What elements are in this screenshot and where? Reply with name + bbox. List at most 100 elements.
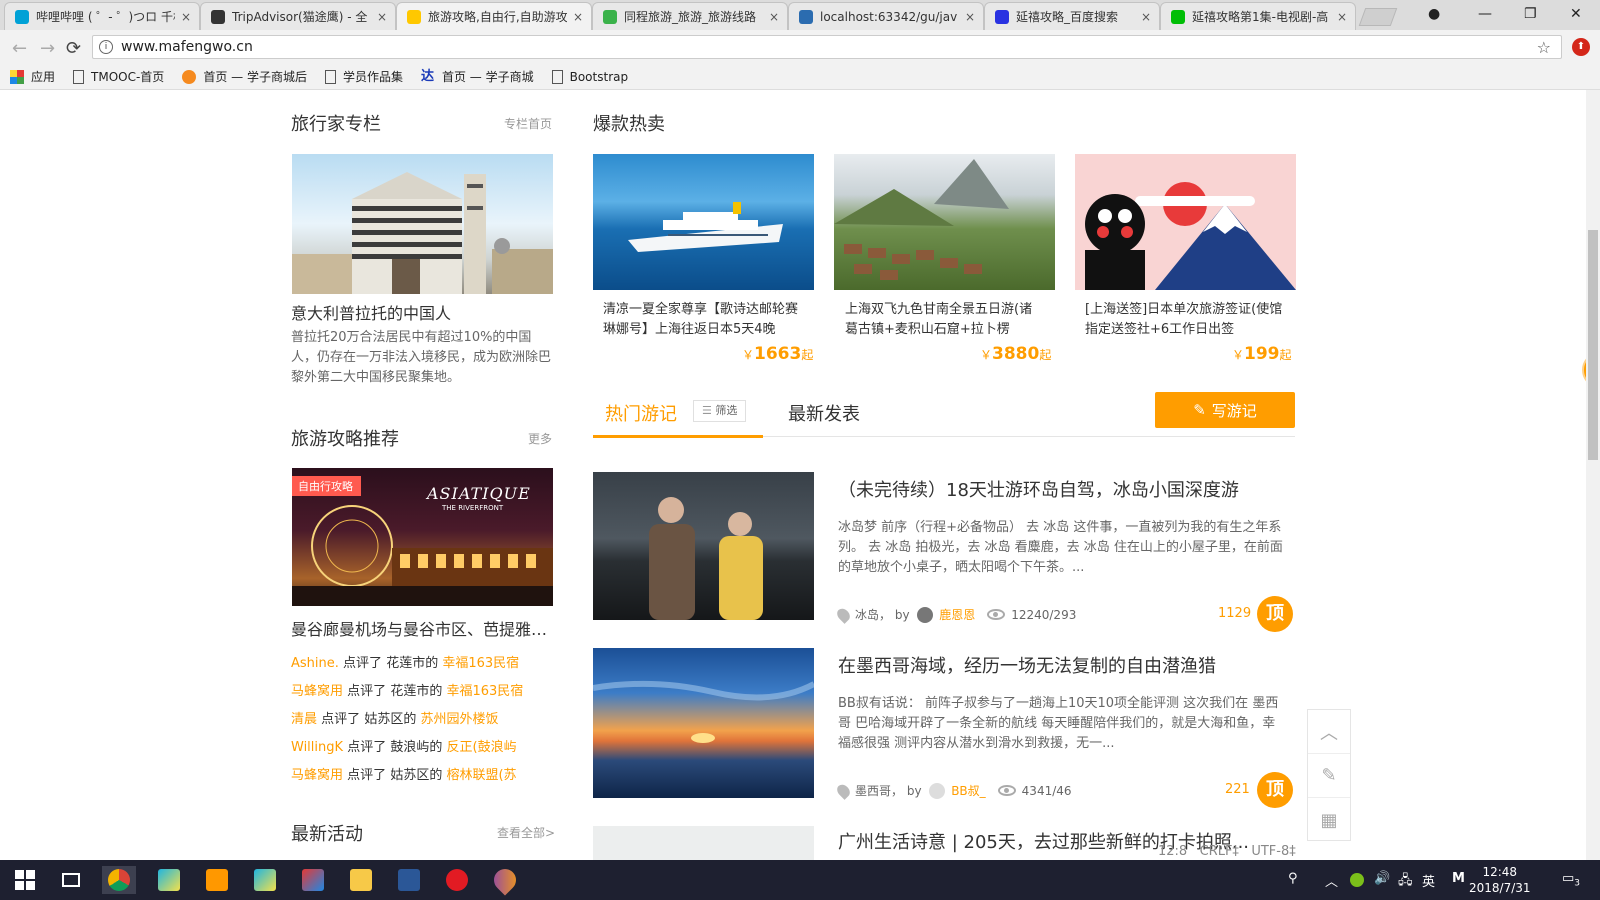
map-pin-icon <box>489 864 521 896</box>
article-title[interactable]: 在墨西哥海域，经历一场无法复制的自由潜渔猎 <box>838 652 1216 678</box>
guide-photo-sign: ASIATIQUE <box>427 484 531 503</box>
guide-article-title[interactable]: 曼谷廊曼机场与曼谷市区、芭提雅… <box>291 616 547 640</box>
tab-tongcheng[interactable]: 同程旅游_旅游_旅游线路 × <box>592 2 788 30</box>
guide-more-link[interactable]: 更多 <box>528 430 552 447</box>
deal-photo-village[interactable] <box>834 154 1055 290</box>
deal-photo-japan[interactable] <box>1075 154 1296 290</box>
reload-button[interactable]: ⟳ <box>66 38 81 59</box>
network-icon[interactable]: 🖧 <box>1398 871 1413 893</box>
deal-title[interactable]: [上海送签]日本单次旅游签证(使馆指定送签社+6工作日出签 <box>1085 300 1285 340</box>
tab-close-icon[interactable]: × <box>377 10 387 24</box>
list-icon: ☰ <box>702 404 716 417</box>
tab-bilibili[interactable]: 哔哩哔哩 ( ゜- ゜)つロ 千杯 × <box>4 2 200 30</box>
upvote-button[interactable]: 顶 <box>1257 772 1293 808</box>
bookmark-tmooc[interactable]: TMOOC-首页 <box>73 68 164 85</box>
column-article-title[interactable]: 意大利普拉托的中国人 <box>291 300 451 324</box>
minimize-button[interactable]: — <box>1478 6 1492 22</box>
folder-icon <box>350 869 372 891</box>
url-text[interactable]: www.mafengwo.cn <box>121 39 253 55</box>
tab-close-icon[interactable]: × <box>573 10 583 24</box>
filter-button[interactable]: ☰ 筛选 <box>693 400 747 422</box>
taskbar-sublime[interactable] <box>200 866 234 894</box>
column-home-link[interactable]: 专栏首页 <box>504 115 552 132</box>
tab-close-icon[interactable]: × <box>1141 10 1151 24</box>
write-note-button[interactable]: ✎ 写游记 <box>1155 392 1295 428</box>
bookmark-store[interactable]: 达 首页 — 学子商城 <box>421 68 534 85</box>
article-photo[interactable] <box>593 472 814 620</box>
location-pin-icon <box>834 781 853 800</box>
tab-iqiyi[interactable]: 延禧攻略第1集-电视剧-高 × <box>1160 2 1356 30</box>
activity-more-link[interactable]: 查看全部> <box>497 824 555 841</box>
info-icon[interactable]: i <box>99 40 113 54</box>
tray-app-icon[interactable] <box>1350 873 1364 887</box>
guide-article-photo[interactable]: ASIATIQUE THE RIVERFRONT 自由行攻略 <box>292 468 553 606</box>
tab-close-icon[interactable]: × <box>1337 10 1347 24</box>
column-article-photo[interactable] <box>292 154 553 294</box>
bookmark-star-icon[interactable]: ☆ <box>1537 38 1551 57</box>
tab-baidu[interactable]: 延禧攻略_百度搜索 × <box>984 2 1160 30</box>
qr-code-button[interactable]: ▦ <box>1308 798 1350 842</box>
bookmark-bootstrap[interactable]: Bootstrap <box>551 69 628 84</box>
article-desc: 冰岛梦 前序（行程+必备物品） 去 冰岛 这件事，一直被列为我的有生之年系列。 … <box>838 520 1283 575</box>
article-author[interactable]: BB叔_ <box>951 782 985 799</box>
cathedral-illustration <box>292 172 553 294</box>
forward-button[interactable]: → <box>40 38 55 59</box>
bookmark-student-works[interactable]: 学员作品集 <box>324 68 403 85</box>
taskbar-app[interactable] <box>296 866 330 894</box>
browser-chrome: 哔哩哔哩 ( ゜- ゜)つロ 千杯 × TripAdvisor(猫途鹰) - 全 ×… <box>0 0 1600 90</box>
article-author[interactable]: 鹿恩恩 <box>939 606 975 623</box>
vertical-scrollbar[interactable] <box>1586 90 1600 860</box>
taskbar-chrome[interactable] <box>102 866 136 894</box>
review-item: 马蜂窝用 点评了 花莲市的 幸福163民宿 <box>291 684 524 699</box>
column-article-desc: 普拉托20万合法居民中有超过10%的中国人，仍存在一万非法入境移民，成为欧洲除巴… <box>291 330 552 385</box>
review-item: Ashine. 点评了 花莲市的 幸福163民宿 <box>291 656 520 671</box>
tab-close-icon[interactable]: × <box>181 10 191 24</box>
tab-tripadvisor[interactable]: TripAdvisor(猫途鹰) - 全 × <box>200 2 396 30</box>
extension-icon[interactable]: ⬆ <box>1572 38 1590 56</box>
account-icon[interactable]: ● <box>1428 6 1440 22</box>
tab-close-icon[interactable]: × <box>769 10 779 24</box>
tray-m-icon[interactable]: M <box>1452 871 1465 886</box>
avatar[interactable] <box>917 606 934 623</box>
tab-close-icon[interactable]: × <box>965 10 975 24</box>
start-button[interactable] <box>8 866 42 894</box>
maximize-button[interactable]: ❐ <box>1524 6 1537 22</box>
ime-indicator[interactable]: 英 <box>1422 871 1435 890</box>
taskbar-webstorm-2[interactable] <box>248 866 282 894</box>
back-button[interactable]: ← <box>12 38 27 59</box>
article-title[interactable]: （未完待续）18天壮游环岛自驾，冰岛小国深度游 <box>838 476 1239 502</box>
tab-latest-notes[interactable]: 最新发表 <box>788 400 860 426</box>
tab-hot-notes[interactable]: 热门游记 ☰ 筛选 <box>593 396 763 438</box>
edit-feedback-button[interactable]: ✎ <box>1308 754 1350 798</box>
floating-toolbar: ︿ ✎ ▦ <box>1307 709 1351 841</box>
notification-center-icon[interactable]: ▭3 <box>1562 871 1580 889</box>
scrollbar-thumb[interactable] <box>1588 230 1598 460</box>
close-window-button[interactable]: ✕ <box>1570 6 1582 22</box>
taskbar-clock[interactable]: 12:48 2018/7/31 <box>1469 864 1531 896</box>
tab-mafengwo[interactable]: 旅游攻略,自由行,自助游攻 × <box>396 2 592 30</box>
taskbar-explorer[interactable] <box>344 866 378 894</box>
article-photo[interactable] <box>593 826 814 860</box>
music-icon <box>446 869 468 891</box>
tab-localhost[interactable]: localhost:63342/gu/jav × <box>788 2 984 30</box>
bookmark-store-admin[interactable]: 首页 — 学子商城后 <box>182 68 307 85</box>
article-photo[interactable] <box>593 648 814 798</box>
windows-taskbar: ⚲ ︿ 🔊 🖧 英 M 12:48 2018/7/31 ▭3 <box>0 860 1600 900</box>
tray-chevron-icon[interactable]: ︿ <box>1325 871 1338 890</box>
deal-title[interactable]: 清凉一夏全家尊享【歌诗达邮轮赛琳娜号】上海往返日本5天4晚 <box>603 300 803 340</box>
deal-title[interactable]: 上海双飞九色甘南全景五日游(诸葛古镇+麦积山石窟+拉卜楞 <box>845 300 1045 340</box>
omnibox[interactable]: i www.mafengwo.cn ☆ <box>92 35 1562 59</box>
upvote-button[interactable]: 顶 <box>1257 596 1293 632</box>
taskbar-webstorm[interactable] <box>152 866 186 894</box>
deal-photo-cruise[interactable] <box>593 154 814 290</box>
bookmark-apps[interactable]: 应用 <box>10 68 55 85</box>
people-icon[interactable]: ⚲ <box>1288 871 1298 886</box>
task-view-button[interactable] <box>54 866 88 894</box>
taskbar-word[interactable] <box>392 866 426 894</box>
taskbar-netease-music[interactable] <box>440 866 474 894</box>
avatar[interactable] <box>929 782 946 799</box>
taskbar-maps[interactable] <box>488 864 522 896</box>
back-to-top-button[interactable]: ︿ <box>1308 710 1350 754</box>
new-tab-button[interactable] <box>1358 8 1398 26</box>
volume-icon[interactable]: 🔊 <box>1374 871 1390 886</box>
